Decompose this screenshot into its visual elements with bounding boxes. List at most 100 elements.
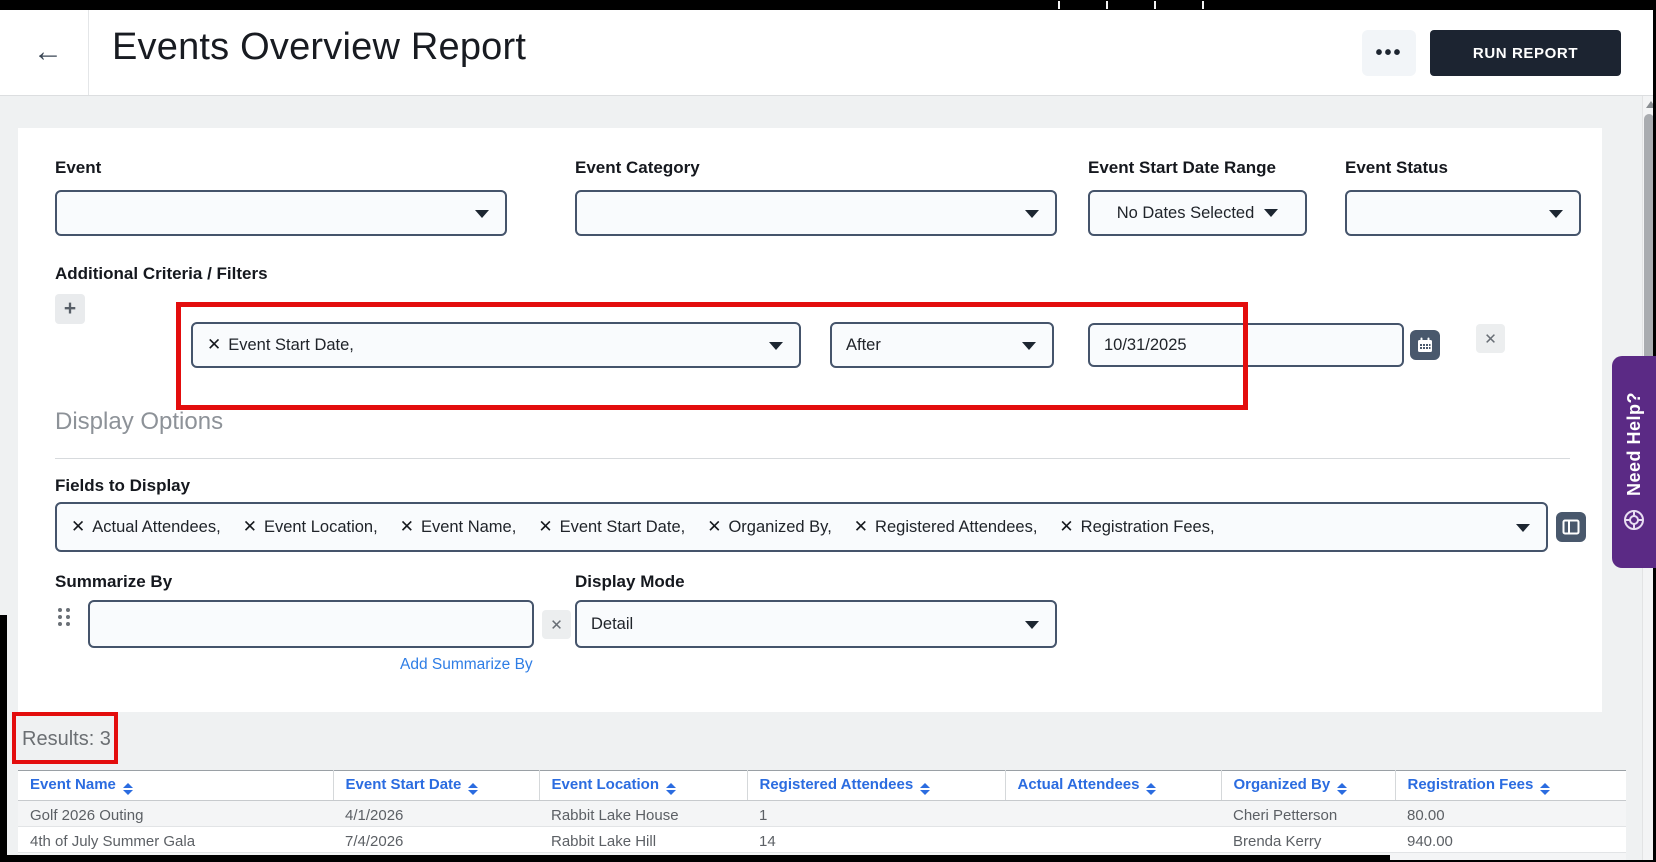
remove-chip-x-icon[interactable]: ✕	[538, 517, 552, 537]
criteria-date-value: 10/31/2025	[1104, 336, 1187, 355]
column-header[interactable]: Registration Fees	[1395, 771, 1626, 801]
column-header-label: Event Start Date	[346, 776, 462, 793]
column-layout-button[interactable]	[1556, 512, 1586, 542]
table-cell: Rabbit Lake Hill	[539, 827, 747, 853]
table-cell: 4/1/2026	[333, 801, 539, 827]
event-start-date-range-value: No Dates Selected	[1117, 204, 1255, 223]
remove-chip-x-icon[interactable]: ✕	[400, 517, 414, 537]
event-start-date-range-button[interactable]: No Dates Selected	[1088, 190, 1307, 236]
field-chip: ✕ Organized By,	[707, 517, 832, 537]
remove-chip-x-icon[interactable]: ✕	[243, 517, 257, 537]
chevron-down-icon	[1264, 209, 1278, 217]
remove-chip-x-icon[interactable]: ✕	[71, 517, 85, 537]
tab-divider	[1154, 1, 1156, 9]
remove-chip-x-icon[interactable]: ✕	[854, 517, 868, 537]
column-header[interactable]: Event Location	[539, 771, 747, 801]
field-chip-label: Organized By,	[728, 518, 831, 537]
chevron-down-icon	[769, 342, 783, 350]
need-help-tab[interactable]: Need Help?	[1612, 356, 1656, 568]
column-header[interactable]: Actual Attendees	[1005, 771, 1221, 801]
table-cell: Rabbit Lake House	[539, 801, 747, 827]
display-mode-dropdown[interactable]: Detail	[575, 600, 1057, 648]
table-row: Golf 2026 Outing4/1/2026Rabbit Lake Hous…	[18, 801, 1626, 827]
column-header[interactable]: Organized By	[1221, 771, 1395, 801]
calendar-picker-button[interactable]	[1410, 330, 1440, 360]
field-chip-label: Event Start Date,	[560, 518, 686, 537]
field-chip-label: Event Name,	[421, 518, 516, 537]
event-dropdown[interactable]	[55, 190, 507, 236]
sort-icon[interactable]	[1337, 783, 1347, 795]
criteria-operator-value: After	[846, 336, 881, 355]
chevron-down-icon	[1025, 621, 1039, 629]
fields-to-display-box[interactable]: ✕Actual Attendees,✕Event Location,✕Event…	[55, 502, 1548, 552]
column-header-label: Event Location	[552, 776, 660, 793]
top-window-bar	[0, 0, 1656, 10]
events-overview-report-page: ← Events Overview Report ••• RUN REPORT …	[0, 0, 1656, 862]
chevron-down-icon	[1516, 524, 1530, 532]
frame-border-left	[0, 615, 7, 862]
criteria-field-dropdown[interactable]: ✕ Event Start Date,	[191, 322, 801, 368]
drag-handle-icon[interactable]	[58, 608, 70, 626]
clear-summarize-by-button[interactable]: ✕	[542, 610, 571, 639]
table-cell: 940.00	[1395, 827, 1626, 853]
back-arrow-icon[interactable]: ←	[22, 26, 74, 78]
table-cell: Brenda Kerry	[1221, 827, 1395, 853]
columns-icon	[1562, 519, 1580, 535]
column-header-label: Event Name	[30, 776, 116, 793]
field-chip: ✕ Event Start Date,	[538, 517, 685, 537]
page-title: Events Overview Report	[112, 26, 526, 69]
tab-divider	[1058, 1, 1060, 9]
table-header-row: Event Name Event Start Date Event Location…	[18, 771, 1626, 801]
sort-icon[interactable]	[920, 783, 930, 795]
field-chip: ✕ Event Name,	[400, 517, 517, 537]
event-category-label: Event Category	[575, 158, 700, 178]
field-chip-label: Event Location,	[264, 518, 378, 537]
x-icon: ✕	[1484, 330, 1497, 348]
field-chip: ✕Actual Attendees,	[71, 517, 221, 537]
column-header[interactable]: Event Name	[18, 771, 333, 801]
additional-criteria-label: Additional Criteria / Filters	[55, 264, 268, 284]
column-header-label: Organized By	[1234, 776, 1331, 793]
table-cell: 4th of July Summer Gala	[18, 827, 333, 853]
add-criteria-button[interactable]: +	[55, 294, 85, 324]
criteria-field-value: Event Start Date,	[228, 336, 354, 355]
display-options-heading: Display Options	[55, 408, 223, 436]
tab-divider	[1106, 1, 1108, 9]
table-cell: 7/4/2026	[333, 827, 539, 853]
field-chip-label: Registered Attendees,	[875, 518, 1037, 537]
remove-criteria-row-button[interactable]: ✕	[1476, 324, 1505, 353]
event-label: Event	[55, 158, 101, 178]
bottom-redaction-bar	[0, 855, 1390, 862]
display-mode-label: Display Mode	[575, 572, 685, 592]
event-status-dropdown[interactable]	[1345, 190, 1581, 236]
table-row: 4th of July Summer Gala7/4/2026Rabbit La…	[18, 827, 1626, 853]
tab-divider	[1202, 1, 1204, 9]
run-report-button[interactable]: RUN REPORT	[1430, 30, 1621, 76]
plus-icon: +	[64, 297, 76, 321]
summarize-by-input[interactable]	[88, 600, 534, 648]
criteria-operator-dropdown[interactable]: After	[830, 322, 1054, 368]
sort-icon[interactable]	[123, 783, 133, 795]
criteria-date-input[interactable]: 10/31/2025	[1088, 323, 1404, 367]
add-summarize-by-link[interactable]: Add Summarize By	[400, 656, 533, 674]
event-category-dropdown[interactable]	[575, 190, 1057, 236]
column-header-label: Registered Attendees	[760, 776, 914, 793]
x-icon: ✕	[550, 616, 563, 634]
field-chip: ✕Registration Fees,	[1059, 517, 1214, 537]
life-buoy-icon	[1622, 508, 1646, 532]
sort-icon[interactable]	[1146, 783, 1156, 795]
chevron-down-icon	[1025, 210, 1039, 218]
column-header[interactable]: Event Start Date	[333, 771, 539, 801]
sort-icon[interactable]	[666, 783, 676, 795]
table-cell	[1005, 801, 1221, 827]
sort-icon[interactable]	[1540, 783, 1550, 795]
field-chip-list: ✕Actual Attendees,✕Event Location,✕Event…	[71, 517, 1215, 537]
remove-chip-x-icon[interactable]: ✕	[207, 335, 221, 355]
remove-chip-x-icon[interactable]: ✕	[707, 517, 721, 537]
table-cell	[1005, 827, 1221, 853]
remove-chip-x-icon[interactable]: ✕	[1059, 517, 1073, 537]
more-options-button[interactable]: •••	[1362, 30, 1416, 76]
sort-icon[interactable]	[468, 783, 478, 795]
calendar-icon	[1416, 336, 1434, 354]
column-header[interactable]: Registered Attendees	[747, 771, 1005, 801]
